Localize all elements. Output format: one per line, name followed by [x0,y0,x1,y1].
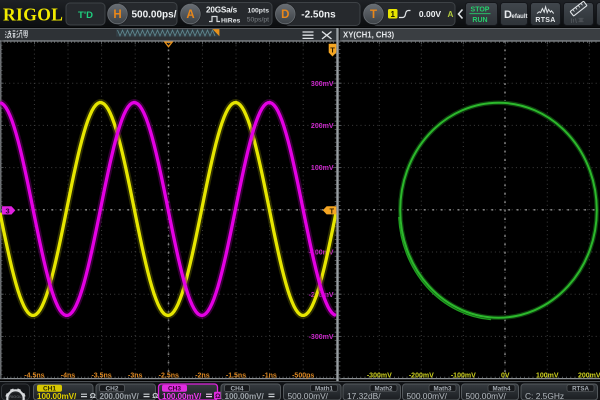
svg-text:A: A [186,9,194,21]
svg-text:100pts: 100pts [247,7,269,14]
svg-text:500.00ps/: 500.00ps/ [131,10,176,21]
svg-text:T: T [330,45,335,54]
svg-text:100.00mV/: 100.00mV/ [162,392,202,400]
svg-text:D: D [281,9,289,21]
svg-text:-2.50ns: -2.50ns [301,10,336,21]
svg-text:200mV: 200mV [578,372,600,379]
svg-text:-1ns: -1ns [262,372,277,379]
svg-text:Ω: Ω [215,393,220,400]
svg-text:20GSa/s: 20GSa/s [206,6,238,15]
svg-text:-3ns: -3ns [128,372,143,379]
svg-text:100mV: 100mV [311,165,334,172]
svg-text:300mV: 300mV [311,81,334,88]
svg-text:efault: efault [512,14,528,20]
svg-text:RUN: RUN [472,17,487,24]
svg-text:C: 2.5GHz: C: 2.5GHz [525,391,564,400]
svg-text:-4ns: -4ns [61,372,76,379]
svg-text:-100mV: -100mV [451,372,476,379]
svg-text:RTSA: RTSA [572,385,589,392]
svg-text:-500ps: -500ps [292,372,314,379]
svg-text:HiRes: HiRes [221,17,240,24]
svg-text:50ps/pt: 50ps/pt [247,16,269,23]
svg-text:500.00mV/: 500.00mV/ [466,391,507,400]
svg-text:100mV: 100mV [536,372,559,379]
svg-text:-2ns: -2ns [195,372,210,379]
svg-text:-300mV: -300mV [309,334,334,341]
svg-text:500.00mV/: 500.00mV/ [288,391,329,400]
svg-text:0.00V: 0.00V [419,9,442,19]
svg-text:Ω: Ω [90,391,96,400]
svg-text:Ω: Ω [152,391,158,400]
svg-text:1: 1 [390,10,395,19]
svg-text:T: T [330,206,335,215]
svg-text:-2.5ns: -2.5ns [159,372,179,379]
svg-text:-200mV: -200mV [409,372,434,379]
svg-text:RIGOL: RIGOL [9,394,22,399]
svg-text:H: H [113,9,121,21]
svg-text:STOP: STOP [471,7,490,14]
svg-text:RIGOL: RIGOL [3,5,63,25]
svg-text:100.00mV/: 100.00mV/ [225,392,265,400]
svg-text:-1.5ns: -1.5ns [226,372,246,379]
svg-text:T: T [370,9,377,21]
svg-text:100.00mV/: 100.00mV/ [37,392,77,400]
svg-text:500.00mV/: 500.00mV/ [407,391,448,400]
svg-text:XY(CH1, CH3): XY(CH1, CH3) [343,30,395,39]
svg-text:200mV: 200mV [311,123,334,130]
svg-text:-4.5ns: -4.5ns [24,372,44,379]
svg-text:RTSA: RTSA [535,17,555,24]
svg-text:17.32dB/: 17.32dB/ [347,391,381,400]
svg-text:A: A [448,10,454,19]
svg-text:200.00mV/: 200.00mV/ [100,392,140,400]
svg-text:-3.5ns: -3.5ns [91,372,111,379]
svg-text:T'D: T'D [78,10,93,21]
svg-text:3: 3 [6,206,10,215]
svg-text:-300mV: -300mV [367,372,392,379]
svg-text:0V: 0V [501,372,510,379]
